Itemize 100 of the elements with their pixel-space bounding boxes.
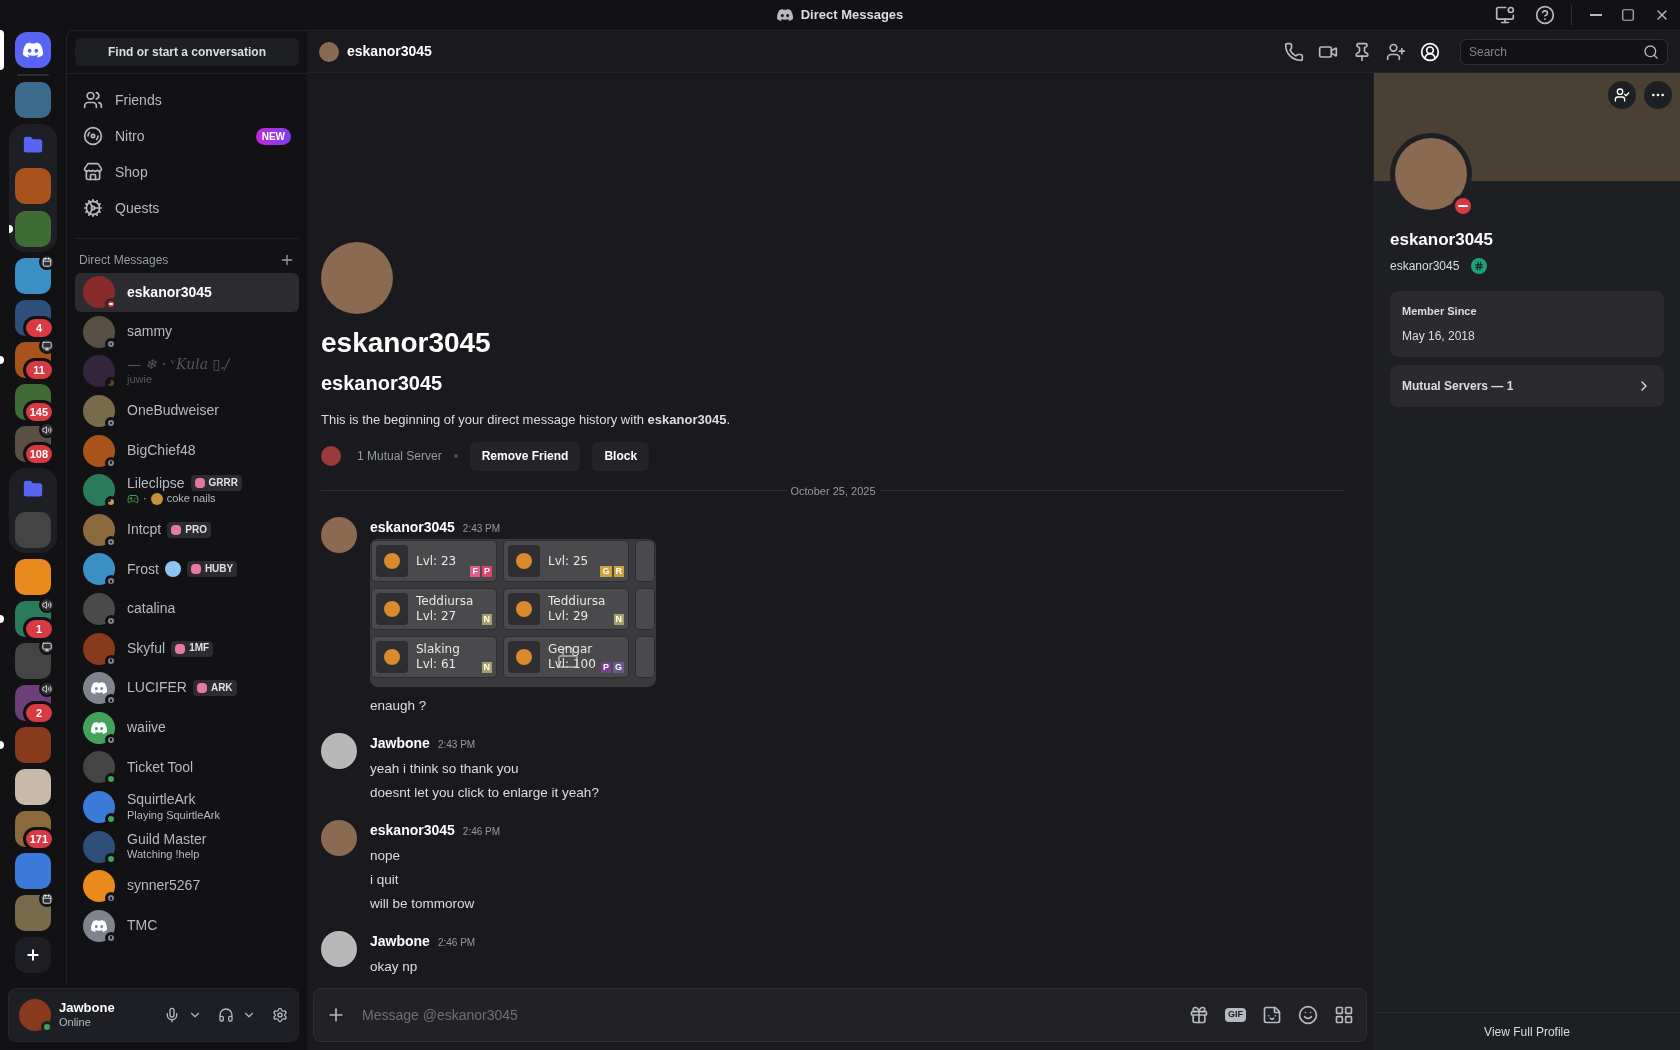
message-composer[interactable]: Message @eskanor3045 GIF [313, 988, 1367, 1042]
dm-subtitle: juwie [127, 373, 154, 388]
screen-icon[interactable] [1495, 5, 1515, 25]
mention-badge: 11 [23, 358, 55, 382]
server-icon[interactable] [15, 258, 51, 294]
friend-check-button[interactable] [1608, 81, 1636, 109]
help-icon[interactable] [1535, 5, 1555, 25]
dm-item[interactable]: waiive [75, 708, 299, 748]
server-icon[interactable] [15, 769, 51, 805]
pin-icon[interactable] [1352, 41, 1372, 62]
slot-name: Gengar [548, 642, 594, 657]
action-button[interactable]: Remove Friend [469, 441, 581, 471]
action-button[interactable]: Block [592, 441, 650, 471]
headphones-icon[interactable] [218, 1007, 234, 1023]
dm-item[interactable]: catalina [75, 589, 299, 629]
dm-item[interactable]: Intcpt PRO [75, 510, 299, 550]
more-button[interactable] [1644, 81, 1672, 109]
server-icon[interactable] [15, 559, 51, 595]
mutual-servers[interactable]: 1 Mutual Server [357, 447, 442, 465]
mention-badge: 145 [22, 400, 55, 424]
store-icon [83, 162, 103, 182]
slot-tag: R [613, 566, 624, 577]
slot-tag: F [470, 566, 480, 577]
dm-item[interactable]: Lileclipse GRRR · coke nails [75, 470, 299, 510]
mutual-servers-row[interactable]: Mutual Servers — 1 [1390, 365, 1664, 407]
profile-icon[interactable] [1420, 41, 1440, 62]
dm-item[interactable]: synner5267 [75, 866, 299, 906]
profile-username: eskanor3045 [1390, 257, 1460, 275]
mention-badge: 1 [23, 617, 55, 641]
image-attachment[interactable]: Lvl: 23 F P Lvl: 25 G R Teddiursa Lvl: 27 N Teddiursa Lvl: 29 N Slaking Lvl: 61 N Gengar Lvl: 100 P G [370, 539, 656, 687]
add-user-icon[interactable] [1386, 41, 1406, 62]
nav-item[interactable]: Quests [75, 190, 299, 226]
new-badge: NEW [255, 127, 291, 145]
emoji-icon[interactable] [1298, 1005, 1318, 1025]
date-divider: October 25, 2025 [789, 483, 877, 499]
avatar [83, 553, 115, 586]
dm-item[interactable]: Skyful 1MF [75, 629, 299, 668]
dm-item[interactable]: TMC [75, 906, 299, 946]
profile-display-name: eskanor3045 [321, 326, 492, 360]
dm-item[interactable]: SquirtleArk Playing SquirtleArk [75, 787, 299, 827]
dm-item[interactable]: Frost HUBY [75, 550, 299, 589]
author-name: eskanor3045 [370, 821, 455, 840]
dm-name: eskanor3045 [127, 283, 212, 302]
avatar [19, 999, 51, 1031]
plus-icon [25, 947, 41, 963]
slot-name: Teddiursa [548, 594, 606, 609]
search-button[interactable]: Find or start a conversation [75, 38, 299, 66]
microphone-icon[interactable] [164, 1007, 180, 1023]
message-text: nope [370, 847, 402, 865]
nav-label: Shop [115, 162, 149, 182]
search-field[interactable]: Search [1460, 38, 1668, 65]
dm-item[interactable]: Guild Master Watching !help [75, 827, 299, 866]
user-status: Online [59, 1016, 92, 1030]
dm-item[interactable]: Ticket Tool [75, 748, 299, 787]
server-icon[interactable] [15, 853, 51, 889]
phone-icon[interactable] [1284, 41, 1304, 62]
dm-item[interactable]: LUCIFER ARK [75, 668, 299, 708]
slot-level: Lvl: 29 [548, 609, 590, 624]
nav-item[interactable]: Nitro NEW [75, 118, 299, 154]
timestamp: 2:43 PM [437, 738, 476, 752]
sticker-icon[interactable] [1262, 1005, 1282, 1025]
dm-item[interactable]: BigChief48 [75, 431, 299, 470]
dm-name: waiive [127, 719, 166, 737]
dm-item[interactable]: OneBudweiser [75, 391, 299, 431]
slot-level: Lvl: 27 [416, 609, 458, 624]
hash-badge-icon [1471, 257, 1488, 274]
avatar [83, 395, 115, 428]
sprite-placeholder [376, 545, 408, 577]
dm-item[interactable]: eskanor3045 [75, 273, 299, 312]
message-input[interactable]: Message @eskanor3045 [362, 1004, 1173, 1026]
server-icon[interactable] [15, 643, 51, 679]
nav-item[interactable]: Friends [75, 82, 299, 118]
settings-icon[interactable] [272, 1007, 288, 1023]
search-icon [1643, 43, 1659, 60]
view-full-profile-link[interactable]: View Full Profile [1484, 1022, 1570, 1041]
dm-item[interactable]: sammy [75, 312, 299, 352]
avatar [83, 632, 115, 665]
logo-icon [23, 42, 43, 58]
avatar [83, 276, 115, 309]
message-text: will be tommorow [370, 895, 476, 913]
gift-icon[interactable] [1189, 1005, 1209, 1025]
home-button[interactable] [15, 32, 51, 68]
search-input[interactable]: Search [1469, 42, 1643, 61]
dm-name: SquirtleArk [127, 791, 196, 809]
nav-item[interactable]: Shop [75, 154, 299, 190]
folder-icon [23, 479, 43, 499]
channel-title: eskanor3045 [347, 42, 433, 61]
timestamp: 2:43 PM [462, 522, 501, 536]
gif-button[interactable]: GIF [1225, 1008, 1246, 1022]
add-server-button[interactable] [15, 937, 51, 973]
server-folder[interactable] [9, 468, 57, 553]
slot-tag: N [481, 662, 492, 673]
profile-username: eskanor3045 [321, 371, 444, 396]
dm-name: LUCIFER [127, 679, 187, 697]
server-icon[interactable] [15, 895, 51, 931]
add-icon[interactable] [279, 252, 295, 268]
apps-icon[interactable] [1334, 1005, 1354, 1025]
disc-icon [83, 126, 103, 146]
game-slot-edge [635, 636, 655, 678]
maximize-icon [1621, 8, 1635, 22]
